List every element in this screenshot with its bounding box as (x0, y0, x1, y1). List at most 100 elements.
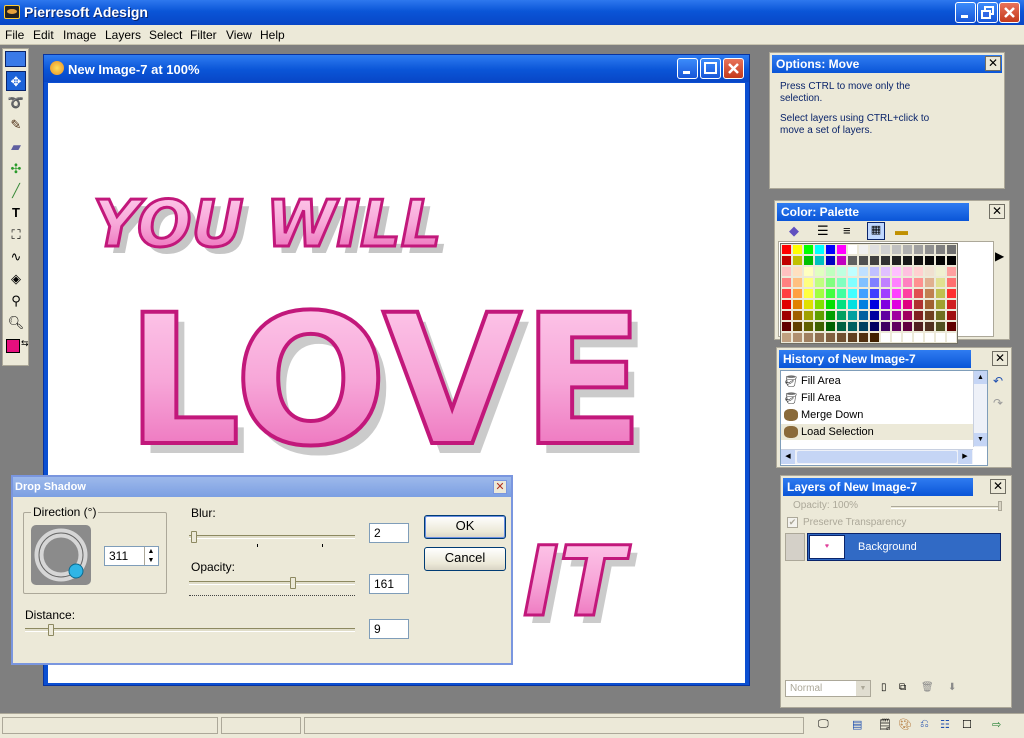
history-item[interactable]: 🪣︎ Fill Area (781, 373, 973, 389)
palette-swatch[interactable] (803, 332, 814, 343)
layer-opacity-thumb[interactable] (998, 501, 1002, 511)
palette-swatch[interactable] (946, 288, 957, 299)
palette-swatch[interactable] (880, 277, 891, 288)
palette-swatch[interactable] (935, 321, 946, 332)
new-layer-icon[interactable]: ▯ (881, 682, 887, 693)
palette-swatch[interactable] (869, 310, 880, 321)
palette-swatch[interactable] (946, 277, 957, 288)
menu-select[interactable]: Select (149, 28, 182, 42)
palette-swatch[interactable] (946, 266, 957, 277)
palette-swatch[interactable] (858, 288, 869, 299)
screen-icon[interactable]: 🖵︎ (818, 718, 834, 734)
palette-swatch[interactable] (913, 277, 924, 288)
history-vertical-scrollbar[interactable]: ▲ ▼ (973, 371, 987, 447)
palette-swatch[interactable] (847, 244, 858, 255)
palette-swatch[interactable] (803, 299, 814, 310)
palette-swatch[interactable] (847, 288, 858, 299)
palette-swatch[interactable] (803, 266, 814, 277)
scroll-thumb[interactable] (797, 451, 957, 463)
brush-tool-icon[interactable]: ✎ (6, 115, 26, 135)
palette-swatch[interactable] (935, 332, 946, 343)
opacity-slider-track[interactable] (189, 581, 355, 585)
palette-icon[interactable]: 🎨︎ (898, 718, 914, 734)
doc-minimize-button[interactable] (677, 58, 698, 79)
palette-swatch[interactable] (792, 299, 803, 310)
palette-swatch[interactable] (781, 266, 792, 277)
menu-edit[interactable]: Edit (33, 28, 54, 42)
palette-swatch[interactable] (869, 255, 880, 266)
history-panel-close-button[interactable]: ✕ (992, 351, 1008, 366)
palette-swatch[interactable] (847, 255, 858, 266)
history-horizontal-scrollbar[interactable]: ◀ ▶ (781, 449, 973, 464)
palette-swatch[interactable] (825, 321, 836, 332)
palette-swatch[interactable] (781, 332, 792, 343)
restore-button[interactable] (977, 2, 998, 23)
palette-swatch[interactable] (891, 299, 902, 310)
direction-spinner[interactable]: ▲ ▼ (144, 547, 157, 565)
menu-file[interactable]: File (5, 28, 24, 42)
palette-swatch[interactable] (880, 321, 891, 332)
palette-swatch[interactable] (902, 332, 913, 343)
menu-image[interactable]: Image (63, 28, 96, 42)
palette-swatch[interactable] (825, 266, 836, 277)
palette-swatch[interactable] (836, 332, 847, 343)
doc-close-button[interactable] (723, 58, 744, 79)
palette-swatch[interactable] (946, 310, 957, 321)
palette-swatch[interactable] (880, 266, 891, 277)
palette-swatch[interactable] (891, 332, 902, 343)
history-item-selected[interactable]: Load Selection (781, 424, 973, 440)
palette-swatch[interactable] (825, 332, 836, 343)
palette-swatch[interactable] (891, 244, 902, 255)
palette-swatch[interactable] (913, 310, 924, 321)
redo-icon[interactable]: ↷ (993, 396, 1003, 410)
palette-swatch[interactable] (781, 288, 792, 299)
palette-swatch[interactable] (781, 277, 792, 288)
document-icon[interactable] (50, 61, 64, 75)
palette-swatch[interactable] (792, 266, 803, 277)
palette-swatch[interactable] (803, 255, 814, 266)
palette-swatch[interactable] (792, 255, 803, 266)
palette-swatch[interactable] (869, 266, 880, 277)
palette-swatch[interactable] (935, 299, 946, 310)
opacity-slider-thumb[interactable] (290, 577, 296, 589)
palette-swatch[interactable] (792, 321, 803, 332)
palette-swatch[interactable] (869, 321, 880, 332)
transform-tool-icon[interactable]: ✣ (6, 159, 26, 179)
palette-swatch[interactable] (891, 310, 902, 321)
delete-layer-icon[interactable]: 🗑︎ (921, 682, 934, 693)
palette-swatch[interactable] (836, 321, 847, 332)
options-panel-close-button[interactable]: ✕ (985, 56, 1001, 71)
palette-swatch[interactable] (924, 288, 935, 299)
cancel-button[interactable]: Cancel (424, 547, 506, 571)
palette-swatch[interactable] (902, 299, 913, 310)
color-picker-tab-icon[interactable]: ◆ (789, 223, 805, 239)
layer-visibility-toggle[interactable] (785, 533, 805, 561)
options-icon[interactable]: ☐ (962, 718, 978, 734)
swap-colors-icon[interactable]: ⇆ (21, 338, 29, 349)
palette-swatch[interactable] (781, 255, 792, 266)
palette-swatch[interactable] (792, 244, 803, 255)
palette-swatch[interactable] (924, 332, 935, 343)
palette-swatch[interactable] (792, 277, 803, 288)
palette-swatch[interactable] (880, 244, 891, 255)
palette-swatch[interactable] (880, 288, 891, 299)
palette-swatch[interactable] (935, 288, 946, 299)
palette-swatch[interactable] (924, 310, 935, 321)
app-icon[interactable] (4, 5, 20, 19)
palette-swatch[interactable] (825, 299, 836, 310)
palette-swatch[interactable] (913, 321, 924, 332)
menu-help[interactable]: Help (260, 28, 285, 42)
palette-swatch[interactable] (902, 244, 913, 255)
palette-swatch[interactable] (781, 299, 792, 310)
distance-slider-thumb[interactable] (48, 624, 54, 636)
palette-swatch[interactable] (814, 321, 825, 332)
palette-swatch[interactable] (913, 299, 924, 310)
palette-swatch[interactable] (869, 244, 880, 255)
lasso-tool-icon[interactable]: ➰ (6, 93, 26, 113)
palette-swatch[interactable] (891, 255, 902, 266)
scroll-down-icon[interactable]: ▼ (974, 433, 987, 446)
palette-swatch[interactable] (946, 244, 957, 255)
eyedropper-tool-icon[interactable]: ⚲ (6, 291, 26, 311)
shape-tool-icon[interactable]: ∿ (6, 247, 26, 267)
palette-swatch[interactable] (803, 244, 814, 255)
